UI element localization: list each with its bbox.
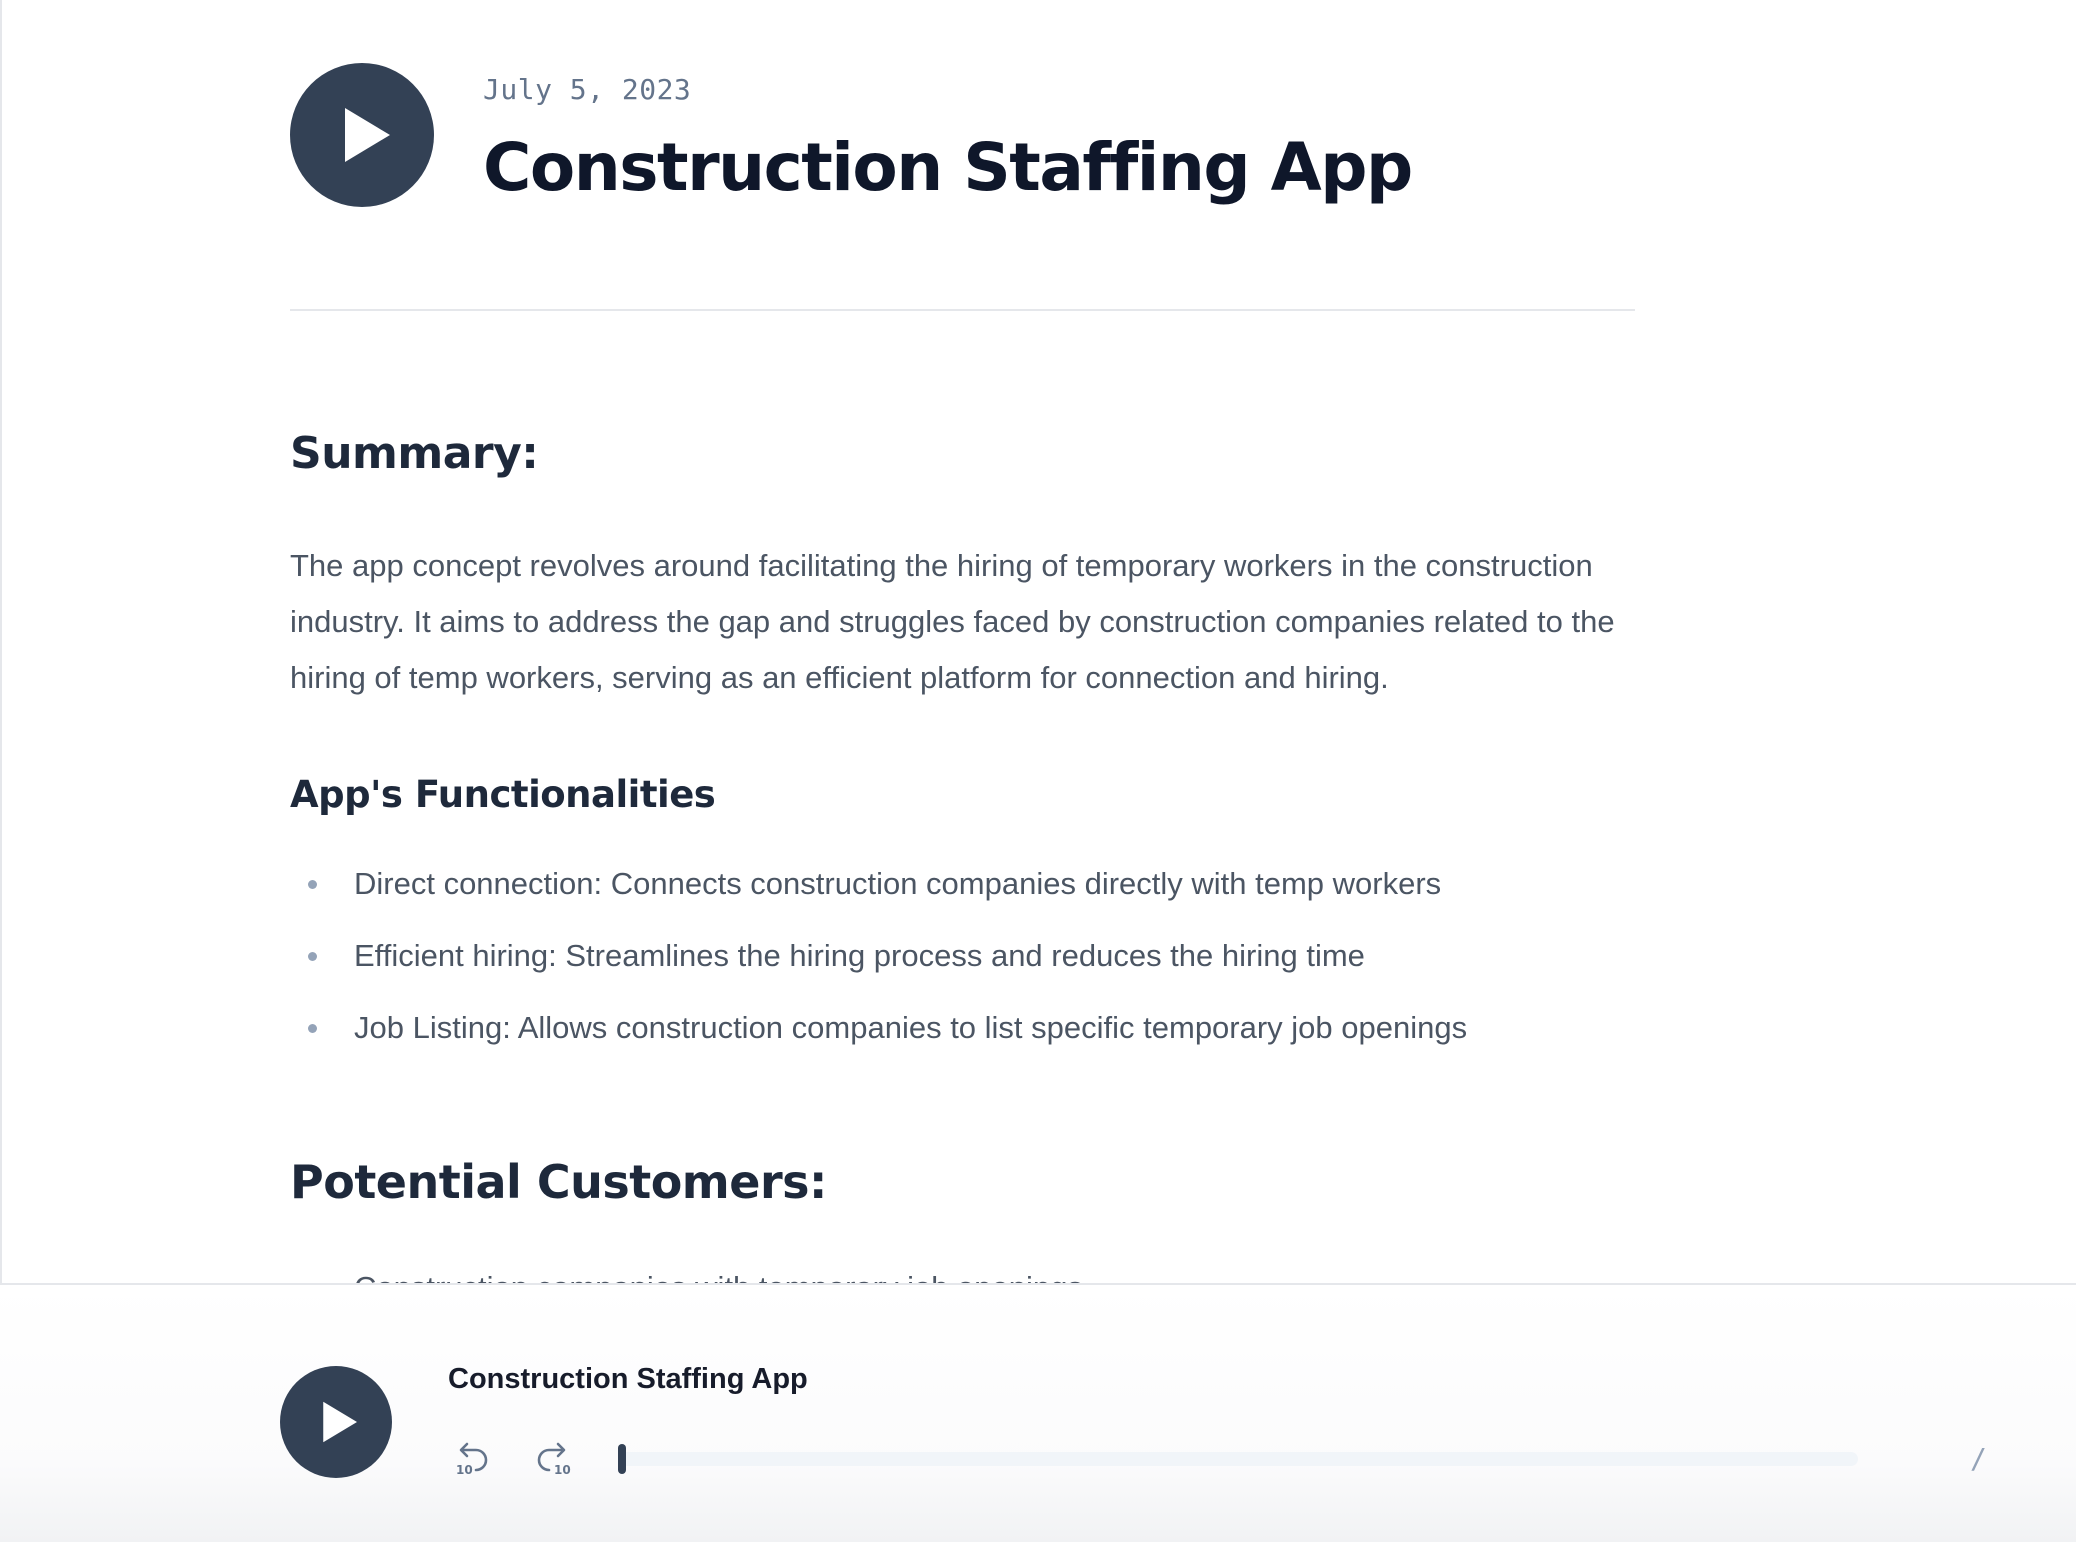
summary-text: The app concept revolves around facilita… bbox=[290, 548, 1615, 695]
bullet bbox=[308, 1024, 317, 1033]
header-divider bbox=[290, 309, 1635, 311]
forward-label: 10 bbox=[554, 1463, 571, 1477]
list-item: Efficient hiring: Streamlines the hiring… bbox=[290, 936, 1635, 1008]
audio-player: Construction Staffing App 10 10 / bbox=[0, 1283, 2076, 1542]
episode-date: July 5, 2023 bbox=[483, 73, 692, 106]
rewind-10-icon[interactable]: 10 bbox=[452, 1437, 492, 1477]
player-title: Construction Staffing App bbox=[448, 1363, 808, 1395]
time-separator: / bbox=[1970, 1442, 1987, 1475]
list-item-text: Direct connection: Connects construction… bbox=[354, 866, 1442, 901]
progress-handle[interactable] bbox=[618, 1444, 626, 1474]
episode-title: Construction Staffing App bbox=[483, 129, 1413, 206]
play-icon bbox=[323, 1401, 357, 1443]
summary-heading: Summary: bbox=[290, 428, 539, 479]
episode-play-button[interactable] bbox=[290, 63, 434, 207]
list-item: Construction companies with temporary jo… bbox=[290, 1268, 1635, 1283]
bullet bbox=[308, 952, 317, 961]
progress-slider[interactable] bbox=[618, 1444, 1858, 1474]
bullet bbox=[308, 880, 317, 889]
list-item-text: Efficient hiring: Streamlines the hiring… bbox=[354, 938, 1365, 973]
episode-header: July 5, 2023 Construction Staffing App bbox=[290, 63, 1635, 311]
list-item-text: Construction companies with temporary jo… bbox=[354, 1270, 1083, 1283]
list-item-text: Job Listing: Allows construction compani… bbox=[354, 1010, 1468, 1045]
list-item: Direct connection: Connects construction… bbox=[290, 864, 1635, 936]
player-play-button[interactable] bbox=[280, 1366, 392, 1478]
customers-list: Construction companies with temporary jo… bbox=[290, 1268, 1635, 1283]
episode-content: July 5, 2023 Construction Staffing App S… bbox=[290, 0, 1635, 1283]
functionalities-heading: App's Functionalities bbox=[290, 773, 716, 816]
functionalities-list: Direct connection: Connects construction… bbox=[290, 864, 1635, 1080]
customers-heading: Potential Customers: bbox=[290, 1155, 827, 1209]
rewind-label: 10 bbox=[456, 1463, 473, 1477]
list-item: Job Listing: Allows construction compani… bbox=[290, 1008, 1635, 1080]
forward-10-icon[interactable]: 10 bbox=[533, 1437, 573, 1477]
play-icon bbox=[345, 108, 390, 162]
